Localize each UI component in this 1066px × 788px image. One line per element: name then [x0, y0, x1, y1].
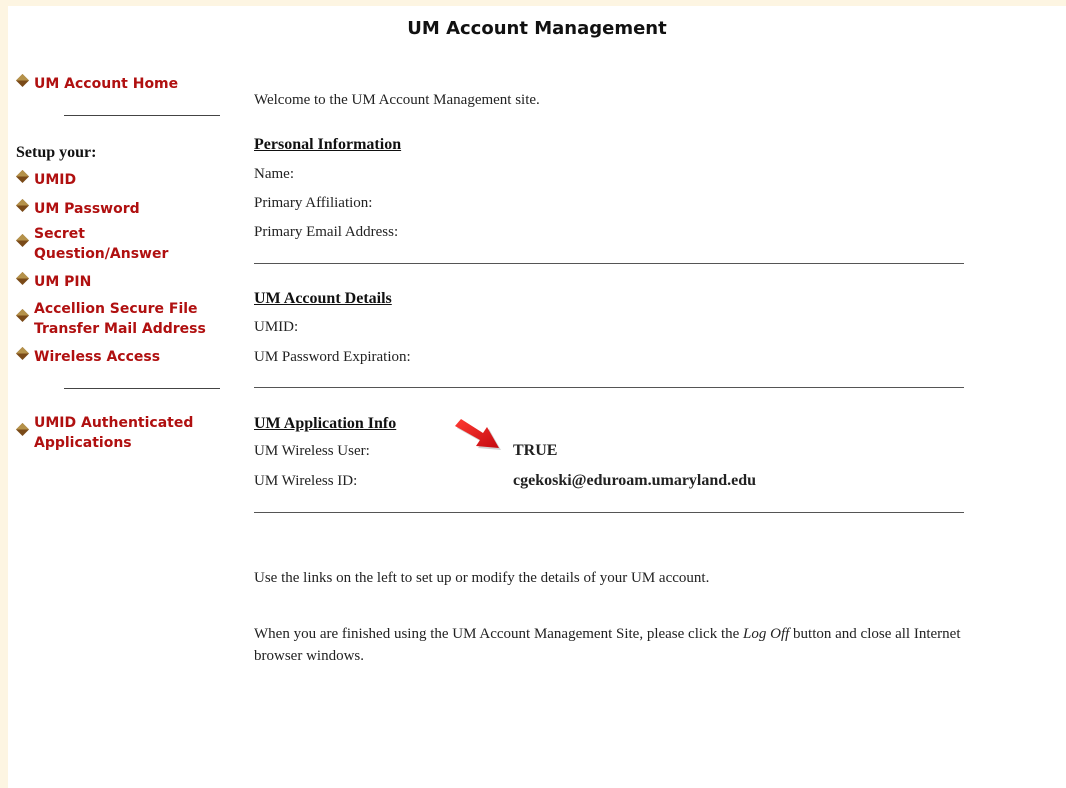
password-expiration-label: UM Password Expiration: [254, 349, 411, 365]
diamond-bullet-icon [16, 272, 29, 285]
wireless-user-value: TRUE [513, 442, 558, 459]
sidebar-item-label: UMID [34, 172, 77, 188]
email-label: Primary Email Address: [254, 224, 399, 240]
red-arrow-icon [455, 419, 501, 450]
instructions-text: Use the links on the left to set up or m… [254, 570, 710, 586]
welcome-text: Welcome to the UM Account Management sit… [254, 92, 540, 108]
sidebar-item-umid[interactable]: UMID [16, 170, 76, 190]
diamond-bullet-icon [16, 170, 29, 183]
sidebar-item-password[interactable]: UM Password [16, 199, 140, 219]
sidebar-item-pin[interactable]: UM PIN [16, 272, 91, 292]
sidebar-item-secret-question[interactable]: Secret Question/Answer [16, 224, 176, 264]
sidebar-item-label: Accellion Secure File Transfer Mail Addr… [34, 301, 206, 337]
logoff-emphasis: Log Off [743, 626, 790, 642]
diamond-bullet-icon [16, 309, 29, 322]
wireless-user-label: UM Wireless User: [254, 443, 370, 459]
sidebar-item-label: UM PIN [34, 274, 92, 290]
sidebar-item-home[interactable]: UM Account Home [16, 74, 178, 94]
wireless-id-value: cgekoski@eduroam.umaryland.edu [513, 472, 757, 489]
diamond-bullet-icon [16, 74, 29, 87]
diamond-bullet-icon [16, 234, 29, 247]
diamond-bullet-icon [16, 347, 29, 360]
app-info-heading: UM Application Info [254, 415, 397, 432]
sidebar-item-accellion[interactable]: Accellion Secure File Transfer Mail Addr… [16, 299, 221, 339]
name-label: Name: [254, 166, 294, 182]
logoff-text-start: When you are finished using the UM Accou… [254, 626, 744, 642]
account-details-heading: UM Account Details [254, 290, 392, 307]
sidebar-item-label: UMID Authenticated Applications [34, 415, 194, 451]
section-divider [254, 263, 964, 264]
sidebar-item-authenticated-apps[interactable]: UMID Authenticated Applications [16, 413, 221, 453]
section-divider [254, 387, 964, 388]
diamond-bullet-icon [16, 423, 29, 436]
affiliation-label: Primary Affiliation: [254, 195, 373, 211]
section-divider [254, 512, 964, 513]
sidebar-item-label: UM Password [34, 201, 140, 217]
personal-info-heading: Personal Information [254, 136, 402, 153]
diamond-bullet-icon [16, 199, 29, 212]
sidebar-item-wireless[interactable]: Wireless Access [16, 347, 160, 367]
sidebar-divider [64, 115, 220, 116]
logoff-text: When you are finished using the UM Accou… [254, 623, 966, 667]
sidebar-item-label: UM Account Home [34, 76, 179, 92]
sidebar-item-label: Secret Question/Answer [34, 226, 169, 262]
sidebar-item-label: Wireless Access [34, 349, 161, 365]
umid-label: UMID: [254, 319, 299, 335]
page-title: UM Account Management [407, 18, 667, 39]
page-frame: UM Account Management UM Account Home Se… [8, 6, 1066, 788]
setup-label: Setup your: [16, 144, 97, 161]
sidebar-divider [64, 388, 220, 389]
wireless-id-label: UM Wireless ID: [254, 473, 358, 489]
